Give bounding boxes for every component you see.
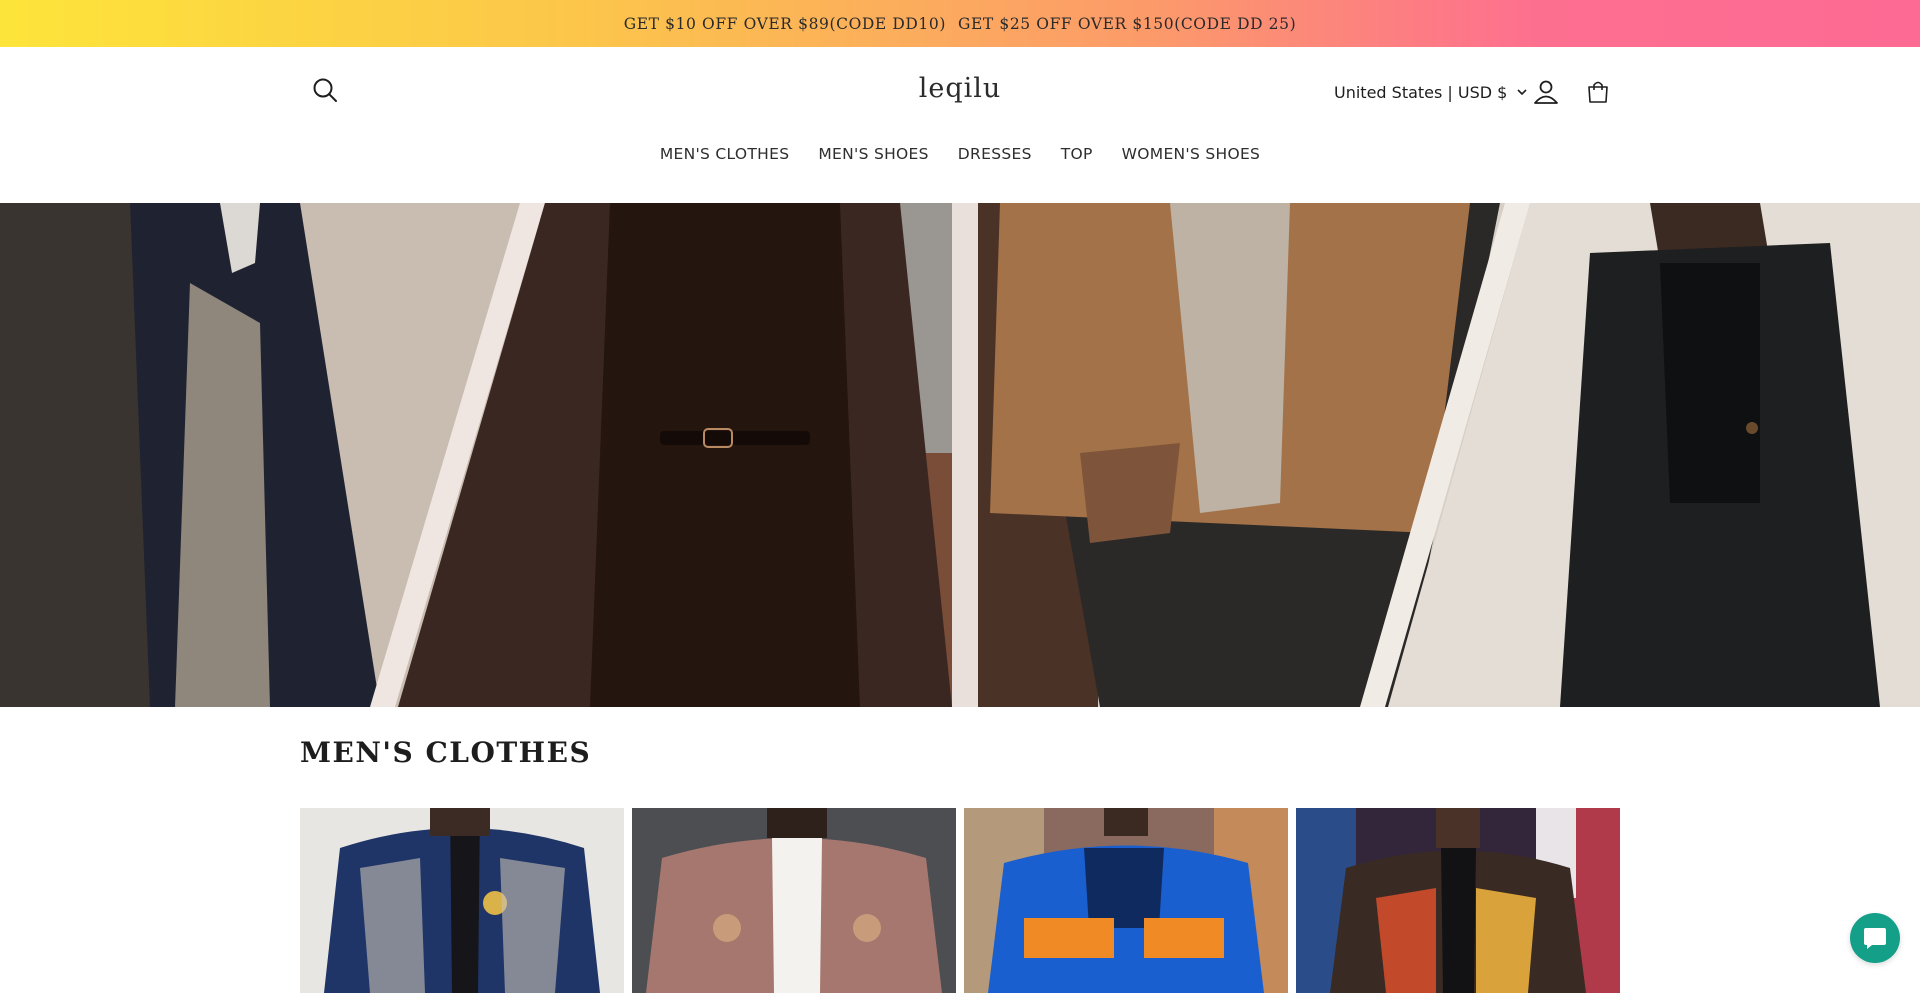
product-grid bbox=[300, 808, 1620, 993]
product-image bbox=[300, 808, 624, 993]
product-image bbox=[632, 808, 956, 993]
hero-image bbox=[0, 203, 1920, 707]
site-header: leqilu United States | USD $ MEN'S CLOTH… bbox=[0, 47, 1920, 203]
cart-button[interactable] bbox=[1584, 78, 1612, 106]
chat-icon bbox=[1864, 928, 1886, 949]
chevron-down-icon bbox=[1517, 89, 1527, 96]
account-icon bbox=[1534, 80, 1558, 104]
product-image bbox=[964, 808, 1288, 993]
search-button[interactable] bbox=[309, 74, 341, 106]
nav-item-dresses[interactable]: DRESSES bbox=[958, 145, 1032, 171]
hero-banner[interactable] bbox=[0, 203, 1920, 707]
product-card[interactable] bbox=[964, 808, 1288, 993]
nav-item-mens-clothes[interactable]: MEN'S CLOTHES bbox=[660, 145, 790, 171]
announcement-bar: GET $10 OFF OVER $89(CODE DD10) GET $25 … bbox=[0, 0, 1920, 47]
announcement-offer-2: GET $25 OFF OVER $150(CODE DD 25) bbox=[958, 14, 1297, 33]
locale-selector[interactable]: United States | USD $ bbox=[1334, 80, 1529, 104]
site-logo[interactable]: leqilu bbox=[919, 73, 1002, 104]
locale-label: United States | USD $ bbox=[1334, 82, 1508, 102]
main-navigation: MEN'S CLOTHES MEN'S SHOES DRESSES TOP WO… bbox=[0, 145, 1920, 171]
chat-button[interactable] bbox=[1850, 913, 1900, 963]
product-card[interactable] bbox=[632, 808, 956, 993]
nav-item-mens-shoes[interactable]: MEN'S SHOES bbox=[818, 145, 928, 171]
account-button[interactable] bbox=[1530, 76, 1562, 108]
nav-item-top[interactable]: TOP bbox=[1061, 145, 1093, 171]
nav-item-womens-shoes[interactable]: WOMEN'S SHOES bbox=[1122, 145, 1261, 171]
cart-icon bbox=[1588, 81, 1608, 103]
product-card[interactable] bbox=[1296, 808, 1620, 993]
search-icon bbox=[313, 78, 337, 102]
product-card[interactable] bbox=[300, 808, 624, 993]
product-image bbox=[1296, 808, 1620, 993]
section-title: MEN'S CLOTHES bbox=[300, 736, 592, 769]
announcement-offer-1: GET $10 OFF OVER $89(CODE DD10) bbox=[623, 14, 946, 33]
